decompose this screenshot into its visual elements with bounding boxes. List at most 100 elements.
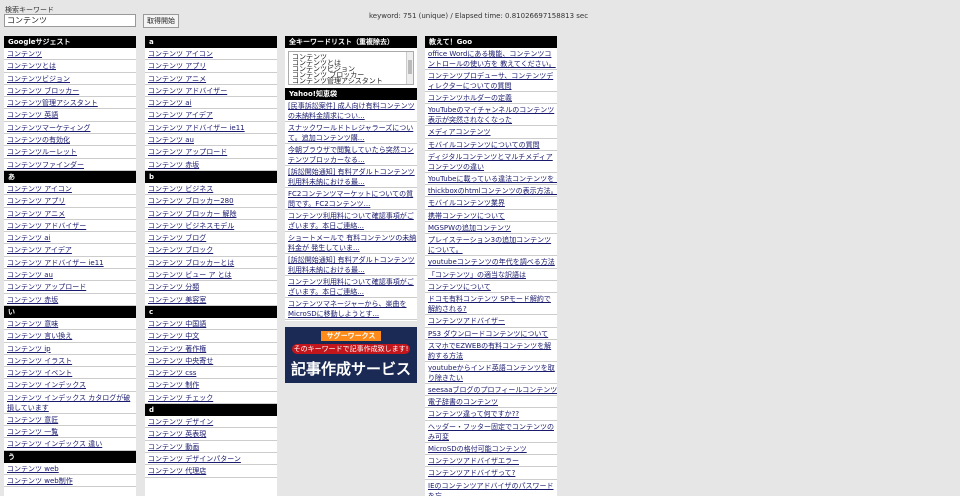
- list-item[interactable]: コンテンツ アップロード: [4, 281, 136, 294]
- keyword-link[interactable]: コンテンツ 意味: [7, 320, 58, 328]
- list-item[interactable]: コンテンツ 美容室: [145, 294, 277, 306]
- list-item[interactable]: コンテンツ ip: [4, 343, 136, 355]
- keyword-link[interactable]: コンテンツ アイコン: [7, 185, 72, 193]
- keyword-link[interactable]: コンテンツ ビュー ア とは: [148, 271, 232, 279]
- search-button[interactable]: 取得開始: [143, 14, 179, 28]
- list-item[interactable]: コンテンツ利用料について確認事項がございます。本日ご連絡...: [285, 276, 417, 298]
- list-item[interactable]: コンテンツ ai: [145, 97, 277, 110]
- qa-link[interactable]: YouTubeに載っている違法コンテンツを・・・: [428, 175, 557, 183]
- keyword-link[interactable]: コンテンツ 赤坂: [7, 296, 58, 304]
- qa-link[interactable]: PS3 ダウンロードコンテンツについて: [428, 330, 548, 338]
- list-item[interactable]: コンテンツ 中央寄せ: [145, 355, 277, 368]
- list-item[interactable]: コンテンツ ビジネス: [145, 183, 277, 196]
- keyword-link[interactable]: コンテンツ ブロッカーとは: [148, 259, 234, 267]
- list-item[interactable]: [訴訟開始通知] 有料アダルトコンテンツ利用料未納における最...: [285, 254, 417, 276]
- keyword-link[interactable]: コンテンツ ai: [7, 234, 50, 242]
- list-item[interactable]: コンテンツ イラスト: [4, 355, 136, 368]
- list-item[interactable]: コンテンツ デザインパターン: [145, 453, 277, 466]
- keyword-link[interactable]: コンテンツ アニメ: [148, 75, 206, 83]
- search-input[interactable]: [4, 14, 136, 27]
- qa-link[interactable]: コンテンツホルダーの定義: [428, 94, 512, 102]
- keyword-link[interactable]: コンテンツ アップロード: [148, 148, 227, 156]
- list-item[interactable]: コンテンツ ブロッカー 解除: [145, 208, 277, 220]
- keyword-link[interactable]: コンテンツ インデックス カタログが破損しています: [7, 394, 130, 412]
- qa-link[interactable]: youtubeコンテンツの年代を調べる方法: [428, 258, 555, 266]
- list-item[interactable]: コンテンツ 動画: [145, 441, 277, 453]
- list-item[interactable]: 携帯コンテンツについて: [425, 210, 557, 223]
- qa-link[interactable]: コンテンツアドバイザエラー: [428, 457, 519, 465]
- keyword-link[interactable]: コンテンツ アプリ: [7, 197, 65, 205]
- keyword-link[interactable]: コンテンツ ビジネスモデル: [148, 222, 234, 230]
- textarea-scrollbar[interactable]: [406, 52, 413, 84]
- list-item[interactable]: コンテンツ css: [145, 367, 277, 380]
- keyword-link[interactable]: コンテンツ ai: [148, 99, 191, 107]
- keyword-link[interactable]: コンテンツ ブログ: [148, 234, 206, 242]
- keyword-link[interactable]: コンテンツビジョン: [7, 75, 70, 83]
- list-item[interactable]: コンテンツ アドバイザー ie11: [4, 257, 136, 270]
- qa-link[interactable]: コンテンツについて: [428, 283, 491, 291]
- qa-link[interactable]: thickboxのhtmlコンテンツの表示方法。: [428, 187, 557, 195]
- keyword-link[interactable]: コンテンツ 代理店: [148, 467, 206, 475]
- qa-link[interactable]: メディアコンテンツ: [428, 128, 491, 136]
- list-item[interactable]: コンテンツとは: [4, 60, 136, 73]
- list-item[interactable]: コンテンツ アイコン: [145, 48, 277, 61]
- list-item[interactable]: youtubeコンテンツの年代を調べる方法: [425, 256, 557, 269]
- list-item[interactable]: コンテンツ ビジネスモデル: [145, 220, 277, 233]
- keyword-link[interactable]: コンテンツ アドバイザー ie11: [148, 124, 245, 132]
- keyword-link[interactable]: コンテンツ 中国語: [148, 320, 206, 328]
- keyword-link[interactable]: コンテンツとは: [7, 62, 56, 70]
- keyword-link[interactable]: コンテンツルーレット: [7, 148, 77, 156]
- keyword-link[interactable]: コンテンツマーケティング: [7, 124, 90, 132]
- list-item[interactable]: コンテンツマーケティング: [4, 122, 136, 135]
- list-item[interactable]: YouTubeのマイチャンネルのコンテンツ表示が突然されなくなった: [425, 104, 557, 127]
- qa-link[interactable]: コンテンツアドバイザって?: [428, 469, 515, 477]
- list-item[interactable]: コンテンツ 一覧: [4, 426, 136, 439]
- list-item[interactable]: 電子辞書のコンテンツ: [425, 396, 557, 409]
- list-item[interactable]: コンテンツ アイデア: [4, 244, 136, 257]
- qa-link[interactable]: プレイステーション3の追加コンテンツについて。: [428, 236, 551, 254]
- list-item[interactable]: コンテンツ アイデア: [145, 109, 277, 122]
- list-item[interactable]: YouTubeに載っている違法コンテンツを・・・: [425, 173, 557, 186]
- qa-link[interactable]: IEのコンテンツアドバイザのパスワードを忘: [428, 482, 554, 496]
- list-item[interactable]: コンテンツ 分類: [145, 281, 277, 294]
- list-item[interactable]: コンテンツ 中文: [145, 330, 277, 343]
- list-item[interactable]: office Wordにある機能、コンテンツコントロールの使い方を 教えてくださ…: [425, 48, 557, 70]
- list-item[interactable]: コンテンツ 代理店: [145, 465, 277, 478]
- keyword-link[interactable]: コンテンツ 動画: [148, 443, 199, 451]
- qa-link[interactable]: youtubeからインド英語コンテンツを取り除きたい: [428, 364, 555, 382]
- list-item[interactable]: MicroSDの格付可能コンテンツ: [425, 443, 557, 456]
- list-item[interactable]: コンテンツについて: [425, 281, 557, 294]
- qa-link[interactable]: FC2コンテンツマーケットについての質問です。FC2コンテンツ...: [288, 190, 413, 208]
- list-item[interactable]: コンテンツ アニメ: [145, 73, 277, 85]
- qa-link[interactable]: seesaaブログのプロフィールコンテンツ: [428, 386, 557, 394]
- list-item[interactable]: スナックワールドトレジャラーズについて。追加コンテンツ購...: [285, 122, 417, 144]
- list-item[interactable]: コンテンツ利用料について確認事項がございます。本日ご連絡...: [285, 210, 417, 232]
- list-item[interactable]: コンテンツマネージャーから、楽曲をMicroSDに移動しようとす...: [285, 298, 417, 320]
- list-item[interactable]: ヘッダー・フッター固定でコンテンツのみ可変: [425, 421, 557, 443]
- list-item[interactable]: コンテンツの有効化: [4, 134, 136, 147]
- qa-link[interactable]: MGSPWの追加コンテンツ: [428, 224, 511, 232]
- keyword-link[interactable]: コンテンツ 英語: [7, 111, 58, 119]
- list-item[interactable]: コンテンツ アドバイザー ie11: [145, 122, 277, 135]
- keyword-link[interactable]: コンテンツ インデックス 違い: [7, 440, 102, 448]
- list-item[interactable]: コンテンツ 中国語: [145, 318, 277, 331]
- qa-link[interactable]: コンテンツ利用料について確認事項がございます。本日ご連絡...: [288, 212, 414, 230]
- list-item[interactable]: コンテンツ インデックス 違い: [4, 438, 136, 451]
- keyword-link[interactable]: コンテンツ 言い換え: [7, 332, 72, 340]
- keyword-link[interactable]: コンテンツ アドバイザー: [148, 87, 227, 95]
- list-item[interactable]: ショートメールで 有料コンテンツの未納料金が 発生していま...: [285, 232, 417, 254]
- keyword-link[interactable]: コンテンツ アドバイザー: [7, 222, 86, 230]
- keyword-link[interactable]: コンテンツ ブロッカー 解除: [148, 210, 236, 218]
- keyword-link[interactable]: コンテンツ ip: [7, 345, 51, 353]
- list-item[interactable]: コンテンツ au: [145, 134, 277, 147]
- keyword-link[interactable]: コンテンツ 著作権: [148, 345, 206, 353]
- list-item[interactable]: コンテンツホルダーの定義: [425, 92, 557, 105]
- list-item[interactable]: ドコモ有料コンテンツ SPモード解約で解約される?: [425, 293, 557, 316]
- list-item[interactable]: モバイルコンテンツ業界: [425, 197, 557, 210]
- list-item[interactable]: コンテンツ 言い換え: [4, 330, 136, 343]
- keyword-link[interactable]: コンテンツ アイデア: [148, 111, 213, 119]
- qa-link[interactable]: 今朝ブラウザで閲覧していたら突然コンテンツブロッカーなる...: [288, 146, 414, 164]
- list-item[interactable]: コンテンツビジョン: [4, 73, 136, 85]
- qa-link[interactable]: YouTubeのマイチャンネルのコンテンツ表示が突然されなくなった: [428, 106, 554, 124]
- list-item[interactable]: コンテンツアドバイザエラー: [425, 455, 557, 468]
